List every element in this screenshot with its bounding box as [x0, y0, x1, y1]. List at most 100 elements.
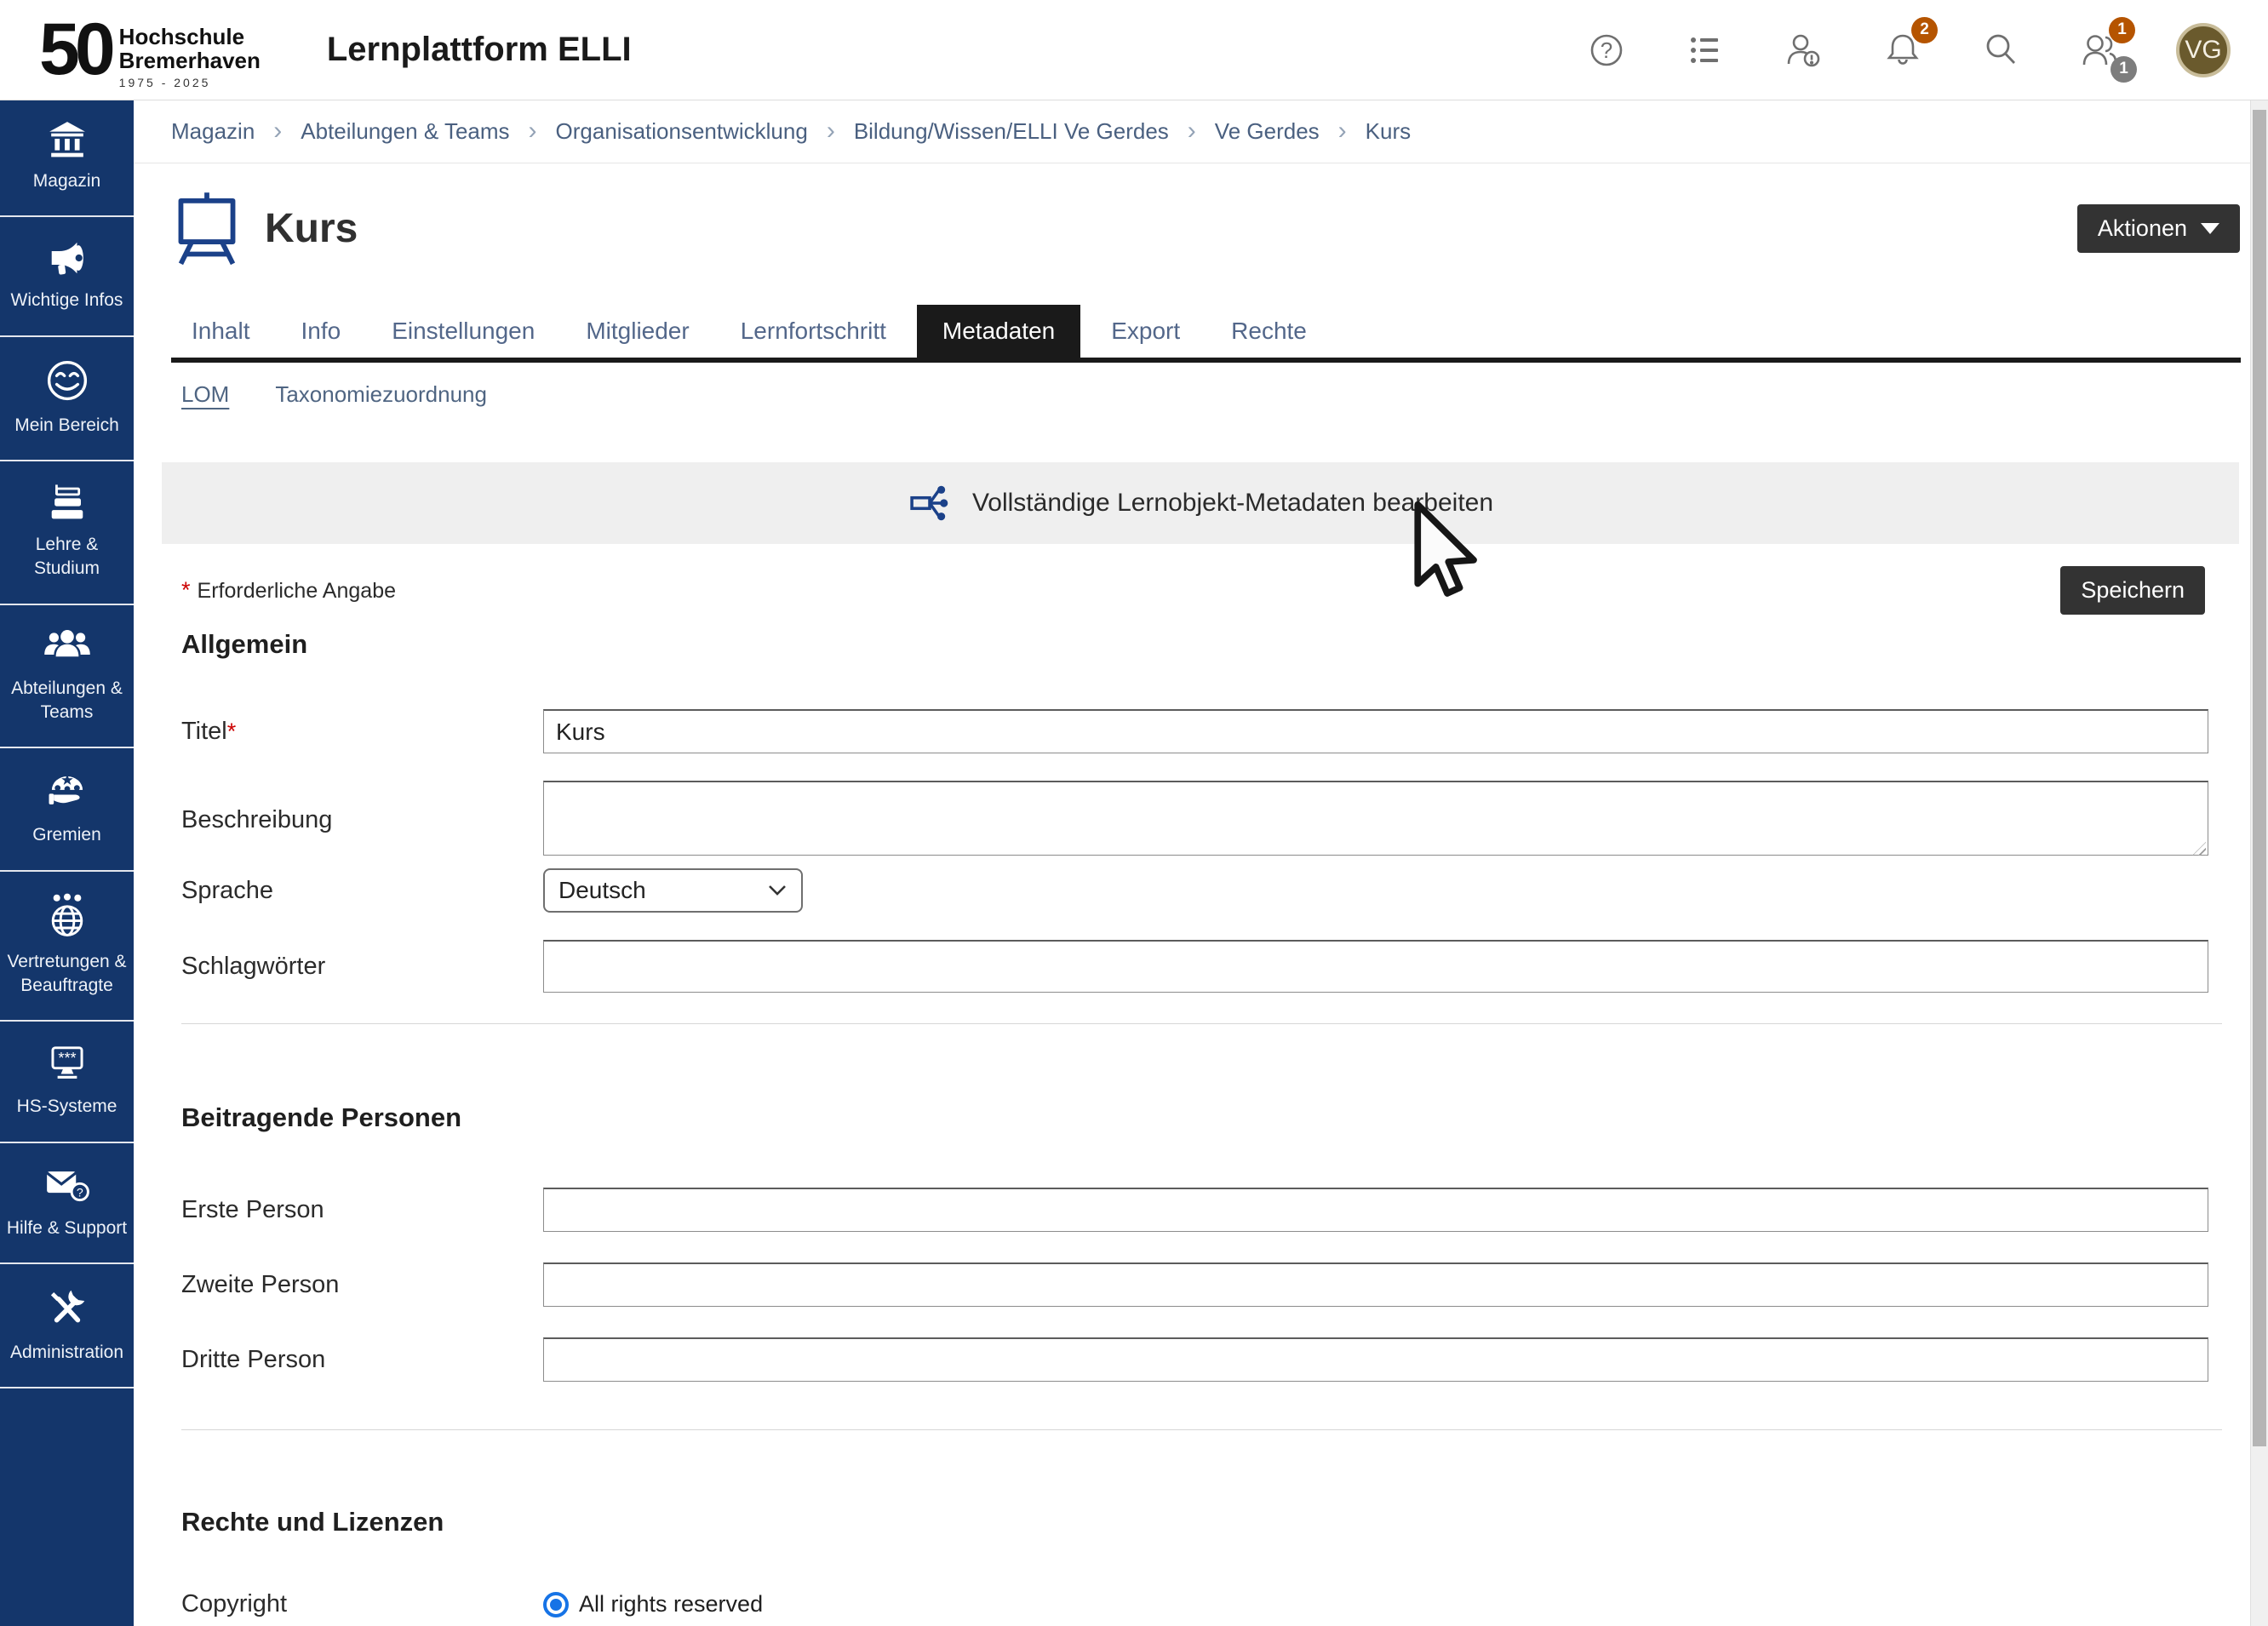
contacts-icon[interactable]: 1 1 [2077, 27, 2123, 73]
actions-button[interactable]: Aktionen [2077, 204, 2240, 253]
required-asterisk: * [227, 719, 237, 744]
breadcrumb-separator: › [273, 117, 282, 146]
tools-icon [44, 1285, 90, 1331]
sidebar-item-vertretungen-beauftragte[interactable]: Vertretungen & Beauftragte [0, 872, 134, 1022]
tab-einstellungen[interactable]: Einstellungen [371, 305, 555, 358]
tab-rechte[interactable]: Rechte [1211, 305, 1327, 358]
page-title: Kurs [265, 205, 358, 252]
breadcrumb-item[interactable]: Abteilungen & Teams [301, 118, 509, 145]
sidebar-item-hilfe-support[interactable]: ? Hilfe & Support [0, 1143, 134, 1264]
tab-mitglieder[interactable]: Mitglieder [565, 305, 709, 358]
svg-text:?: ? [76, 1186, 83, 1199]
top-header: 50 Hochschule Bremerhaven 1975 - 2025 Le… [0, 0, 2268, 100]
form-row-sprache: Sprache Deutsch [134, 868, 2251, 913]
scrollbar-thumb[interactable] [2253, 110, 2266, 1446]
form-row-schlagwoerter: Schlagwörter [134, 940, 2251, 993]
sprache-label: Sprache [181, 877, 543, 905]
sidebar-item-magazin[interactable]: Magazin [0, 100, 134, 217]
beschreibung-label: Beschreibung [181, 806, 543, 834]
books-icon [43, 482, 91, 523]
dritte-person-label: Dritte Person [181, 1346, 543, 1374]
breadcrumb-item[interactable]: Ve Gerdes [1215, 118, 1320, 145]
logo-name-line1: Hochschule [119, 26, 261, 49]
subtab-bar: LOM Taxonomiezuordnung [134, 363, 2251, 428]
schlagwoerter-input[interactable] [543, 940, 2208, 993]
bank-icon [44, 120, 90, 159]
sprache-select[interactable]: Deutsch [543, 868, 803, 913]
breadcrumb-item[interactable]: Organisationsentwicklung [556, 118, 808, 145]
erste-person-input[interactable] [543, 1188, 2208, 1232]
contacts-badge-new: 1 [2109, 17, 2135, 43]
dritte-person-input[interactable] [543, 1337, 2208, 1382]
save-button[interactable]: Speichern [2060, 566, 2205, 615]
notifications-badge: 2 [1911, 17, 1938, 43]
sidebar-item-administration[interactable]: Administration [0, 1264, 134, 1388]
copyright-option-label: All rights reserved [579, 1591, 763, 1617]
section-divider [181, 1023, 2222, 1024]
page-header: Kurs Aktionen [134, 189, 2251, 267]
sidebar-item-wichtige-infos[interactable]: Wichtige Infos [0, 217, 134, 336]
copyright-radio-selected[interactable] [543, 1592, 569, 1617]
beschreibung-textarea[interactable] [543, 781, 2208, 856]
screen: 50 Hochschule Bremerhaven 1975 - 2025 Le… [0, 0, 2268, 1626]
contacts-badge-total: 1 [2110, 56, 2137, 83]
form-header: *Erforderliche Angabe Speichern [134, 566, 2251, 614]
smiley-icon [44, 358, 90, 404]
breadcrumb-item[interactable]: Magazin [171, 118, 255, 145]
app-title: Lernplattform ELLI [327, 31, 632, 69]
banner-label: Vollständige Lernobjekt-Metadaten bearbe… [972, 489, 1493, 518]
breadcrumb: Magazin › Abteilungen & Teams › Organisa… [134, 100, 2251, 163]
subtab-lom[interactable]: LOM [181, 381, 229, 408]
zweite-person-input[interactable] [543, 1262, 2208, 1307]
mail-question-icon: ? [43, 1164, 92, 1206]
sidebar-item-mein-bereich[interactable]: Mein Bereich [0, 337, 134, 461]
tab-inhalt[interactable]: Inhalt [171, 305, 271, 358]
logo-name-line2: Bremerhaven [119, 49, 261, 72]
required-asterisk: * [181, 577, 191, 603]
tab-lernfortschritt[interactable]: Lernfortschritt [720, 305, 907, 358]
chevron-down-icon [767, 884, 788, 897]
tab-info[interactable]: Info [281, 305, 362, 358]
todo-list-icon[interactable] [1682, 27, 1728, 73]
tab-export[interactable]: Export [1091, 305, 1200, 358]
search-icon[interactable] [1979, 27, 2025, 73]
required-note: *Erforderliche Angabe [181, 577, 396, 604]
sidebar-item-gremien[interactable]: Gremien [0, 748, 134, 871]
help-icon[interactable]: ? [1584, 27, 1629, 73]
section-heading-beitragende-personen: Beitragende Personen [134, 1102, 2251, 1133]
sidebar-item-lehre-studium[interactable]: Lehre & Studium [0, 461, 134, 605]
edit-full-metadata-banner[interactable]: Vollständige Lernobjekt-Metadaten bearbe… [162, 462, 2239, 544]
logo-years: 1975 - 2025 [119, 76, 261, 89]
titel-label: Titel* [181, 718, 543, 746]
breadcrumb-separator: › [529, 117, 537, 146]
sidebar-item-hs-systeme[interactable]: *** HS-Systeme [0, 1022, 134, 1142]
member-requests-icon[interactable] [1781, 27, 1827, 73]
section-heading-allgemein: Allgemein [134, 629, 2251, 660]
schlagwoerter-label: Schlagwörter [181, 953, 543, 981]
sidebar-item-abteilungen-teams[interactable]: Abteilungen & Teams [0, 605, 134, 749]
breadcrumb-separator: › [827, 117, 835, 146]
people-group-icon [43, 626, 92, 667]
titel-input[interactable] [543, 709, 2208, 753]
subtab-taxonomiezuordnung[interactable]: Taxonomiezuordnung [275, 381, 487, 408]
form-row-dritte-person: Dritte Person [134, 1337, 2251, 1382]
breadcrumb-item[interactable]: Kurs [1366, 118, 1411, 145]
main-content: Magazin › Abteilungen & Teams › Organisa… [134, 100, 2251, 1626]
zweite-person-label: Zweite Person [181, 1271, 543, 1299]
user-avatar[interactable]: VG [2176, 23, 2231, 77]
section-divider [181, 1429, 2222, 1430]
vertical-scrollbar [2250, 100, 2268, 1626]
form-row-titel: Titel* [134, 709, 2251, 753]
svg-text:?: ? [1601, 37, 1612, 63]
tab-metadaten[interactable]: Metadaten [917, 305, 1080, 358]
form-row-beschreibung: Beschreibung [134, 781, 2251, 860]
globe-people-icon [43, 892, 91, 940]
monitor-icon: *** [43, 1042, 91, 1085]
svg-text:***: *** [58, 1050, 76, 1067]
breadcrumb-item[interactable]: Bildung/Wissen/ELLI Ve Gerdes [854, 118, 1169, 145]
section-heading-rechte-lizenzen: Rechte und Lizenzen [134, 1507, 2251, 1537]
notifications-bell-icon[interactable]: 2 [1880, 27, 1926, 73]
hochschule-bremerhaven-logo[interactable]: 50 Hochschule Bremerhaven 1975 - 2025 [39, 10, 261, 89]
erste-person-label: Erste Person [181, 1196, 543, 1224]
breadcrumb-separator: › [1338, 117, 1347, 146]
